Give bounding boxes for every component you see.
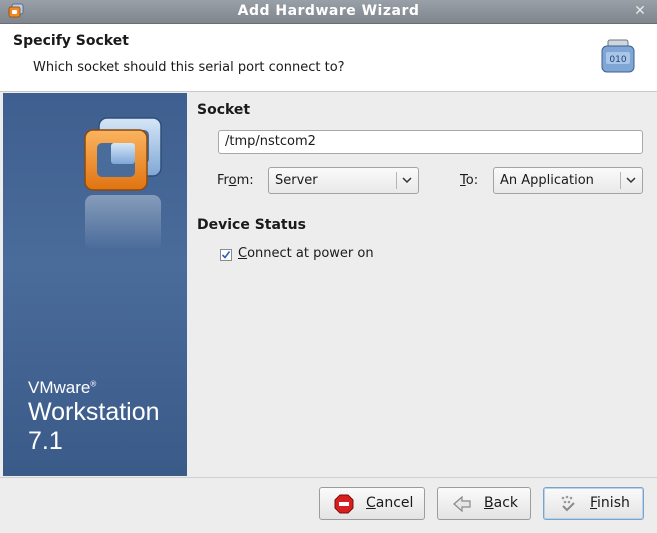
to-select-value: An Application (500, 173, 594, 188)
cancel-button[interactable]: Cancel (319, 487, 425, 520)
serial-icon-text: 010 (609, 55, 626, 65)
wizard-header: Specify Socket Which socket should this … (0, 24, 657, 92)
finish-mnemonic: F (590, 495, 598, 511)
stop-icon (334, 494, 354, 514)
finish-label: Finish (590, 495, 630, 511)
brand-product: Workstation 7.1 (28, 398, 160, 455)
connect-at-power-on-label[interactable]: Connect at power on (238, 246, 374, 261)
checkmark-icon (221, 251, 231, 259)
connect-label-rest: onnect at power on (247, 246, 374, 261)
from-label-part2: m: (236, 173, 254, 188)
back-label-rest: ack (493, 495, 518, 511)
back-mnemonic: B (484, 495, 494, 511)
footer-divider (0, 477, 657, 478)
from-select-separator (396, 172, 397, 189)
from-select-value: Server (275, 173, 318, 188)
wizard-content: Socket /tmp/nstcom2 From: Server To: An … (187, 93, 654, 476)
title-bar: Add Hardware Wizard ✕ (0, 0, 657, 24)
connect-label-mnemonic: C (238, 246, 248, 261)
close-icon[interactable]: ✕ (632, 3, 648, 19)
device-status-section-label: Device Status (197, 217, 306, 233)
back-button[interactable]: Back (437, 487, 531, 520)
connect-at-power-on-checkbox[interactable] (220, 249, 232, 261)
chevron-down-icon (626, 177, 636, 184)
from-label-part1: Fr (217, 173, 229, 188)
page-subtitle: Which socket should this serial port con… (33, 60, 345, 75)
brand-text: VMware® Workstation 7.1 (28, 378, 187, 456)
vmware-logo-icon (84, 117, 162, 250)
finish-flag-icon (561, 495, 575, 512)
chevron-down-icon (402, 177, 412, 184)
wizard-sidebar: VMware® Workstation 7.1 (3, 93, 187, 476)
cancel-label-rest: ancel (375, 495, 414, 511)
to-select[interactable]: An Application (493, 167, 643, 194)
cancel-label: Cancel (366, 495, 413, 511)
to-label: To: (460, 173, 478, 188)
from-label: From: (217, 173, 254, 188)
brand-vmware: VMware (28, 378, 91, 397)
arrow-left-icon (453, 495, 471, 513)
serial-port-icon: 010 (601, 39, 635, 73)
from-label-mnemonic: o (228, 173, 237, 188)
page-title: Specify Socket (13, 33, 129, 49)
window-title: Add Hardware Wizard (237, 3, 420, 19)
socket-path-input[interactable]: /tmp/nstcom2 (218, 130, 643, 154)
from-select[interactable]: Server (268, 167, 419, 194)
to-label-part2: o: (465, 173, 479, 188)
to-select-separator (620, 172, 621, 189)
finish-label-rest: inish (597, 495, 630, 511)
brand-registered-mark: ® (90, 379, 97, 389)
socket-section-label: Socket (197, 102, 251, 118)
cancel-mnemonic: C (366, 495, 376, 511)
finish-button[interactable]: Finish (543, 487, 644, 520)
back-label: Back (484, 495, 518, 511)
